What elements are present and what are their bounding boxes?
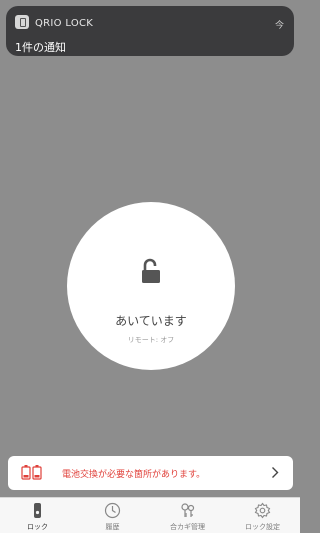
lock-app-icon (15, 15, 29, 29)
lock-toggle-button[interactable]: あいています リモート: オフ (67, 202, 235, 370)
battery-low-icon (21, 465, 42, 480)
keys-icon (181, 503, 195, 517)
lock-status-text: あいています (115, 314, 187, 328)
battery-alert-text: 電池交換が必要な箇所があります。 (62, 470, 206, 480)
lock-tab-icon (34, 503, 41, 518)
battery-alert-banner[interactable]: 電池交換が必要な箇所があります。 (8, 456, 293, 490)
tab-lock[interactable]: ロック (0, 498, 75, 533)
tab-lock-label: ロック (27, 523, 48, 531)
clock-icon (104, 502, 121, 519)
tab-lock-settings-label: ロック設定 (245, 523, 280, 531)
chevron-right-icon (272, 467, 279, 478)
notification-body: 1件の通知 (15, 41, 66, 54)
tab-key-management[interactable]: 合カギ管理 (150, 498, 225, 533)
tab-key-management-label: 合カギ管理 (170, 523, 205, 531)
tab-history-label: 履歴 (105, 523, 120, 531)
remote-status-text: リモート: オフ (127, 336, 175, 344)
notification-banner[interactable]: QRIO LOCK 今 1件の通知 (6, 6, 294, 56)
tab-bar: ロック 履歴 合カギ管理 ロック設定 (0, 497, 300, 533)
tab-lock-settings[interactable]: ロック設定 (225, 498, 300, 533)
tab-history[interactable]: 履歴 (75, 498, 150, 533)
notification-time: 今 (274, 21, 284, 31)
unlocked-padlock-icon (142, 258, 160, 283)
notification-app-name: QRIO LOCK (35, 18, 94, 29)
gear-icon (254, 502, 271, 519)
